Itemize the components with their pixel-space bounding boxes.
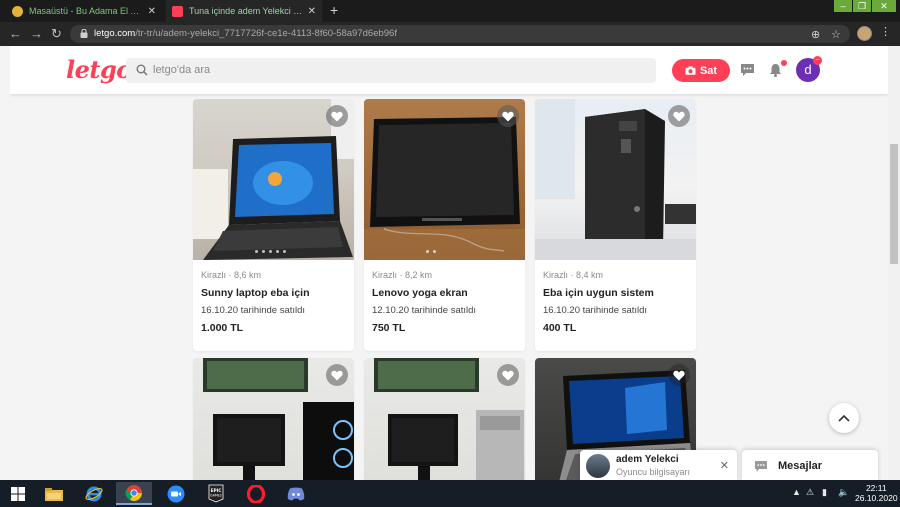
close-window-button[interactable]: ✕	[872, 0, 896, 12]
listing-card[interactable]: Kirazlı · 8,4 km Eba için uygun sistem 1…	[535, 99, 696, 351]
add-icon[interactable]: ⊕	[811, 28, 820, 41]
letgo-favicon-icon	[172, 5, 183, 17]
photo-pagination	[426, 250, 436, 253]
sell-button[interactable]: Sat	[672, 59, 730, 82]
letgo-page: letgo letgo'da ara Sat d – Kirazlı · 8,6…	[10, 46, 888, 480]
chat-bubble-icon	[755, 461, 767, 472]
tab-favicon-icon	[12, 5, 23, 17]
chat-close-icon[interactable]: ✕	[720, 459, 729, 472]
browser-profile-avatar[interactable]	[857, 26, 872, 41]
page-scrollbar[interactable]	[888, 46, 900, 480]
svg-text:GAMES: GAMES	[210, 494, 221, 498]
browser-toolbar: ← → ↻ letgo.com/tr-tr/u/adem-yelekci_771…	[0, 22, 900, 46]
notification-bell-icon[interactable]	[769, 63, 782, 77]
avatar-badge: –	[813, 56, 822, 65]
favorite-heart-icon[interactable]	[326, 105, 348, 127]
clock-time: 22:11	[865, 483, 887, 493]
chevron-up-icon	[838, 414, 850, 422]
messages-bar[interactable]: Mesajlar	[742, 450, 878, 480]
listing-price: 1.000 TL	[201, 322, 244, 334]
favorite-heart-icon[interactable]	[497, 105, 519, 127]
discord-icon[interactable]	[278, 482, 314, 505]
photo-pagination	[255, 250, 286, 253]
favorite-heart-icon[interactable]	[668, 364, 690, 386]
listing-location: Kirazlı · 8,2 km	[372, 270, 433, 280]
reload-icon[interactable]: ↻	[51, 27, 62, 41]
bookmark-star-icon[interactable]: ☆	[831, 28, 841, 41]
search-placeholder: letgo'da ara	[153, 64, 211, 76]
listing-sold-date: 16.10.20 tarihinde satıldı	[201, 305, 306, 316]
svg-text:EPIC: EPIC	[211, 488, 222, 493]
favorite-heart-icon[interactable]	[326, 364, 348, 386]
messages-label: Mesajlar	[778, 460, 823, 472]
maximize-window-button[interactable]: ❐	[853, 0, 871, 12]
wifi-signal-icon[interactable]: ▮	[822, 487, 827, 498]
tab-close-icon[interactable]: ✕	[148, 6, 156, 17]
favorite-heart-icon[interactable]	[668, 105, 690, 127]
chat-subject: Oyuncu bilgisayarı	[616, 467, 691, 477]
listing-sold-date: 16.10.20 tarihinde satıldı	[543, 305, 648, 316]
listing-card[interactable]	[193, 358, 354, 480]
favorite-heart-icon[interactable]	[497, 364, 519, 386]
chat-avatar	[586, 454, 610, 478]
forward-arrow-icon[interactable]: →	[30, 27, 43, 41]
new-tab-button[interactable]: +	[330, 3, 338, 17]
notification-dot	[781, 60, 787, 66]
epic-games-icon[interactable]: EPIC GAMES	[198, 482, 234, 505]
system-clock[interactable]: 22:11 26.10.2020	[855, 483, 898, 503]
scroll-to-top-button[interactable]	[829, 403, 859, 433]
listing-card[interactable]: Kirazlı · 8,2 km Lenovo yoga ekran 12.10…	[364, 99, 525, 351]
listing-card[interactable]	[364, 358, 525, 480]
listing-location: Kirazlı · 8,4 km	[543, 270, 604, 280]
camera-icon	[685, 66, 696, 75]
search-icon	[136, 64, 148, 76]
url-text: letgo.com/tr-tr/u/adem-yelekci_7717726f-…	[94, 28, 397, 39]
browser-tab-strip: Masaüstü - Bu Adama El Atın | Sa ✕ Tuna …	[0, 0, 900, 22]
scrollbar-thumb[interactable]	[890, 144, 898, 264]
chrome-icon[interactable]	[116, 482, 152, 505]
lock-icon	[80, 29, 88, 38]
tab-close-icon[interactable]: ✕	[308, 6, 316, 17]
listing-price: 400 TL	[543, 322, 577, 334]
start-icon[interactable]	[0, 482, 36, 505]
minimize-window-button[interactable]: –	[834, 0, 852, 12]
sell-label: Sat	[699, 64, 718, 77]
zoom-icon[interactable]	[158, 482, 194, 505]
tab-title: Masaüstü - Bu Adama El Atın | Sa	[29, 6, 144, 16]
opera-icon[interactable]	[238, 482, 274, 505]
tray-expand-icon[interactable]: ▲	[792, 487, 801, 497]
listing-location: Kirazlı · 8,6 km	[201, 270, 262, 280]
letgo-logo[interactable]: letgo	[66, 55, 132, 84]
listing-title[interactable]: Sunny laptop eba için	[201, 287, 310, 299]
volume-icon[interactable]: 🔈	[838, 487, 849, 498]
internet-explorer-icon[interactable]	[76, 482, 112, 505]
site-header: letgo letgo'da ara Sat d –	[10, 46, 888, 94]
chat-user-name: adem Yelekci	[616, 454, 679, 465]
listing-card[interactable]: Kirazlı · 8,6 km Sunny laptop eba için 1…	[193, 99, 354, 351]
windows-taskbar: EPIC GAMES ▲ ⚠ ▮ 🔈 22:11 26.10.2020	[0, 480, 900, 507]
browser-tab-masaustu[interactable]: Masaüstü - Bu Adama El Atın | Sa ✕	[6, 0, 162, 22]
listing-title[interactable]: Eba için uygun sistem	[543, 287, 654, 299]
chat-icon[interactable]	[740, 63, 755, 77]
clock-date: 26.10.2020	[855, 493, 898, 503]
browser-menu-icon[interactable]: ⋮	[880, 27, 891, 38]
search-bar[interactable]: letgo'da ara	[126, 58, 656, 83]
back-arrow-icon[interactable]: ←	[9, 27, 22, 41]
chat-preview[interactable]: adem Yelekci Oyuncu bilgisayarı ✕	[580, 450, 737, 480]
listing-sold-date: 12.10.20 tarihinde satıldı	[372, 305, 477, 316]
address-bar[interactable]: letgo.com/tr-tr/u/adem-yelekci_7717726f-…	[70, 25, 850, 43]
browser-tab-letgo[interactable]: Tuna içinde adem Yelekci - letgo ✕	[166, 0, 322, 22]
network-warning-icon[interactable]: ⚠	[806, 487, 814, 498]
tab-title: Tuna içinde adem Yelekci - letgo	[189, 6, 304, 16]
listing-price: 750 TL	[372, 322, 406, 334]
listing-title[interactable]: Lenovo yoga ekran	[372, 287, 468, 299]
file-explorer-icon[interactable]	[36, 482, 72, 505]
